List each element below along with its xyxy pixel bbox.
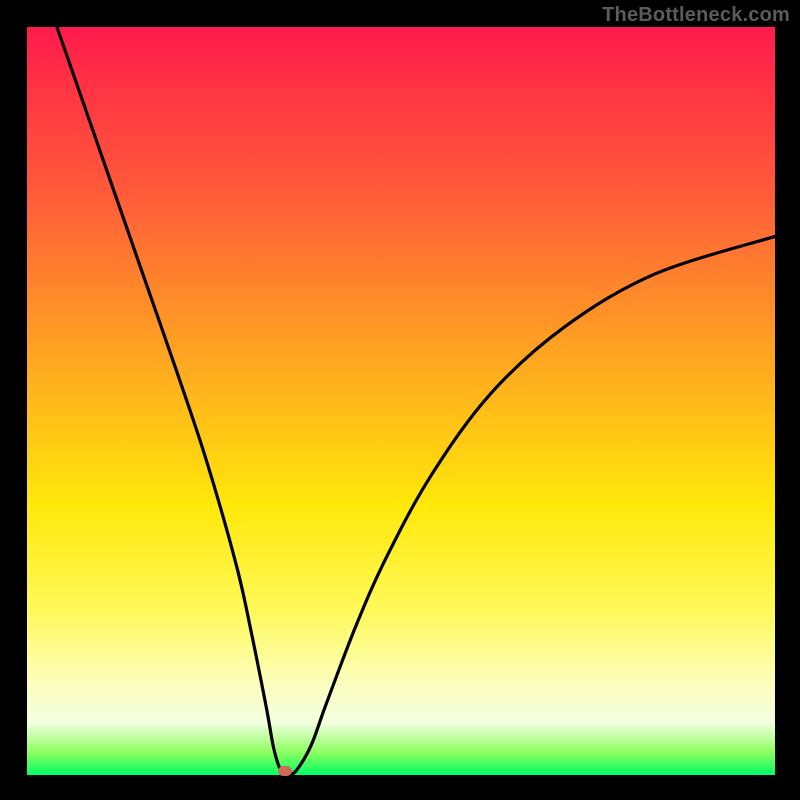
chart-frame: TheBottleneck.com [0,0,800,800]
watermark-text: TheBottleneck.com [602,4,790,27]
optimal-point-marker [278,766,292,776]
curve-svg [27,27,775,775]
bottleneck-curve [57,27,775,774]
plot-area [27,27,775,775]
